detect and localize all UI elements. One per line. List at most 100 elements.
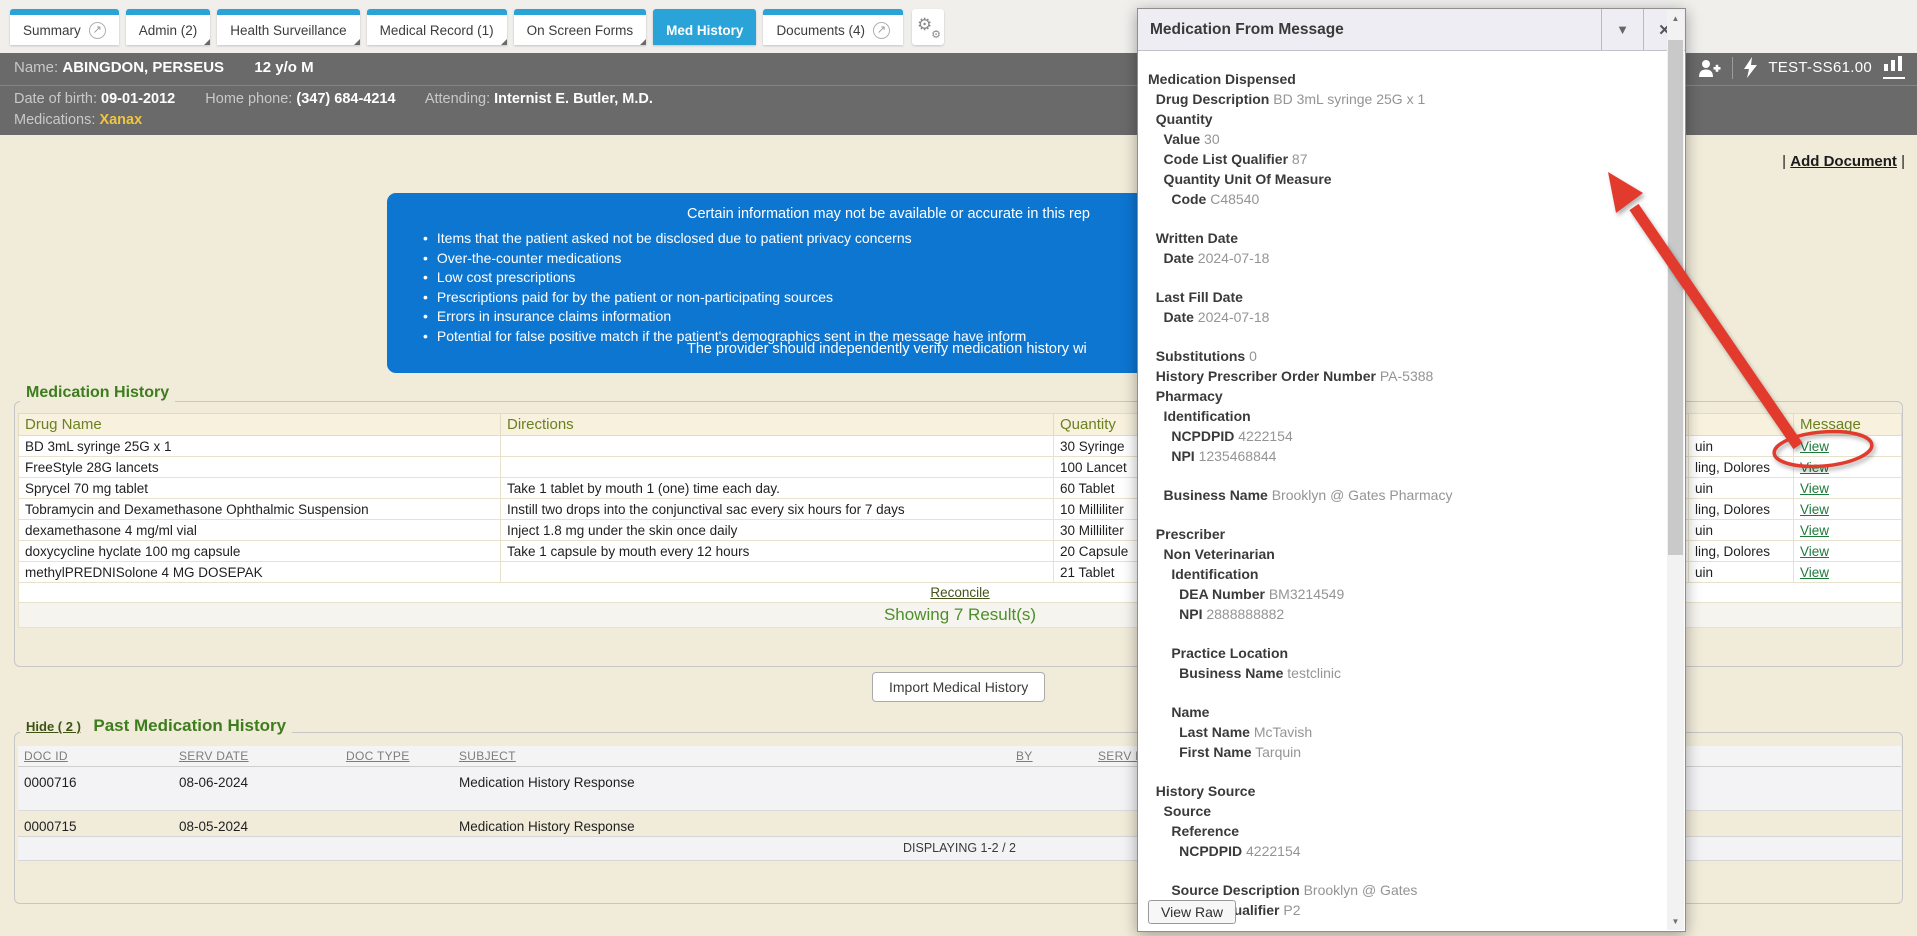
notice-bullet: Over-the-counter medications: [423, 249, 1026, 269]
tab-on-screen-forms[interactable]: On Screen Forms: [514, 9, 647, 45]
view-message-link[interactable]: View: [1800, 439, 1829, 454]
message-detail-line: Last Fill Date: [1148, 288, 1659, 308]
message-cell: View: [1794, 520, 1902, 541]
message-detail-line: DEA Number BM3214549: [1148, 585, 1659, 605]
message-detail-line: NCPDPID 4222154: [1148, 842, 1659, 862]
directions-cell: Take 1 tablet by mouth 1 (one) time each…: [501, 478, 1054, 499]
pipe: |: [1782, 153, 1786, 170]
collapse-dialog-button[interactable]: ▼: [1601, 9, 1643, 50]
notice-bullet: Low cost prescriptions: [423, 268, 1026, 288]
column-header-subject[interactable]: SUBJECT: [453, 746, 1010, 767]
column-header-doc-id[interactable]: DOC ID: [18, 746, 173, 767]
add-document-row: | Add Document |: [1782, 153, 1905, 170]
view-raw-button[interactable]: View Raw: [1148, 900, 1236, 924]
message-detail-line: Code C48540: [1148, 190, 1659, 210]
subject-cell: Medication History Response: [453, 811, 1010, 837]
tab-health-surveillance-label: Health Surveillance: [230, 16, 346, 45]
tab-summary[interactable]: Summary ↗: [10, 9, 119, 45]
doc-type-cell: [340, 811, 453, 837]
medication-history-legend: Medication History: [20, 384, 175, 402]
add-person-icon[interactable]: [1697, 58, 1721, 78]
message-detail-line: Substitutions 0: [1148, 347, 1659, 367]
dialog-header[interactable]: Medication From Message ▼ ✕: [1138, 9, 1685, 51]
view-message-link[interactable]: View: [1800, 481, 1829, 496]
view-message-link[interactable]: View: [1800, 502, 1829, 517]
message-detail-line: NCPDPID 4222154: [1148, 427, 1659, 447]
directions-cell: Inject 1.8 mg under the skin once daily: [501, 520, 1054, 541]
message-detail-line: [1148, 763, 1659, 782]
attending-value: Internist E. Butler, M.D.: [494, 91, 653, 107]
medication-from-message-dialog: Medication From Message ▼ ✕ Medication D…: [1137, 8, 1686, 932]
dob-value: 09-01-2012: [101, 91, 175, 107]
patient-details-line: Date of birth: 09-01-2012 Home phone: (3…: [14, 91, 653, 107]
column-header-message[interactable]: Message: [1794, 414, 1902, 436]
name-label: Name:: [14, 59, 58, 76]
message-cell: View: [1794, 457, 1902, 478]
serv-date-cell: 08-06-2024: [173, 767, 340, 811]
directions-cell: [501, 436, 1054, 457]
column-header-doc-type[interactable]: DOC TYPE: [340, 746, 453, 767]
settings-button[interactable]: ⚙ ⚙: [912, 9, 944, 45]
phone-value: (347) 684-4214: [296, 91, 395, 107]
patient-age-sex: 12 y/o M: [254, 59, 313, 76]
prescriber-partial-cell: ling, Dolores: [1689, 541, 1794, 562]
scroll-up-icon[interactable]: ▲: [1667, 10, 1684, 27]
message-detail-line: Practice Location: [1148, 644, 1659, 664]
dialog-body: Medication Dispensed Drug Description BD…: [1138, 52, 1685, 931]
message-detail-line: Non Veterinarian: [1148, 545, 1659, 565]
message-detail-line: Pharmacy: [1148, 387, 1659, 407]
message-detail-line: [1148, 210, 1659, 229]
drug-name-cell: Tobramycin and Dexamethasone Ophthalmic …: [19, 499, 501, 520]
scroll-down-icon[interactable]: ▼: [1667, 913, 1684, 930]
message-detail-line: History Source: [1148, 782, 1659, 802]
gear-icon: ⚙: [917, 16, 932, 33]
tab-admin-label: Admin (2): [139, 16, 198, 45]
message-detail-line: Business Name Brooklyn @ Gates Pharmacy: [1148, 486, 1659, 506]
prescriber-partial-cell: ling, Dolores: [1689, 499, 1794, 520]
directions-cell: [501, 457, 1054, 478]
chevron-down-icon: ▼: [1616, 22, 1629, 37]
tab-med-history[interactable]: Med History: [653, 9, 756, 45]
prescriber-partial-cell: uin: [1689, 562, 1794, 583]
message-detail-line: Name: [1148, 703, 1659, 723]
message-detail-text: Medication Dispensed Drug Description BD…: [1148, 70, 1659, 921]
tab-medical-record-label: Medical Record (1): [380, 16, 494, 45]
import-medical-history-button[interactable]: Import Medical History: [872, 672, 1045, 702]
tab-summary-label: Summary: [23, 16, 81, 45]
column-header-by[interactable]: BY: [1010, 746, 1092, 767]
message-detail-line: [1148, 625, 1659, 644]
medication-history-title: Medication History: [26, 384, 169, 401]
medications-value[interactable]: Xanax: [99, 112, 142, 128]
prescriber-partial-cell: uin: [1689, 436, 1794, 457]
chart-icon[interactable]: [1883, 56, 1905, 79]
message-detail-line: Code List Qualifier 87: [1148, 150, 1659, 170]
message-detail-line: Value 30: [1148, 130, 1659, 150]
by-cell: [1010, 767, 1092, 811]
scrollbar-thumb[interactable]: [1668, 40, 1683, 555]
view-message-link[interactable]: View: [1800, 523, 1829, 538]
column-header-directions[interactable]: Directions: [501, 414, 1054, 436]
tab-health-surveillance[interactable]: Health Surveillance: [217, 9, 359, 45]
message-detail-line: [1148, 684, 1659, 703]
popout-icon[interactable]: ↗: [89, 22, 106, 39]
dialog-scrollbar[interactable]: ▲ ▼: [1667, 10, 1684, 930]
tab-admin[interactable]: Admin (2): [126, 9, 211, 45]
add-document-link[interactable]: Add Document: [1790, 153, 1897, 170]
notice-footer: The provider should independently verify…: [687, 341, 1087, 357]
column-header-serv-date[interactable]: SERV DATE: [173, 746, 340, 767]
view-message-link[interactable]: View: [1800, 460, 1829, 475]
gear-icon: ⚙: [931, 30, 941, 41]
view-message-link[interactable]: View: [1800, 565, 1829, 580]
lightning-icon[interactable]: [1744, 57, 1757, 78]
notice-bullets: Items that the patient asked not be disc…: [423, 229, 1026, 347]
tab-documents[interactable]: Documents (4) ↗: [763, 9, 903, 45]
message-detail-line: [1148, 862, 1659, 881]
popout-icon[interactable]: ↗: [873, 22, 890, 39]
message-detail-line: First Name Tarquin: [1148, 743, 1659, 763]
column-header-drug-name[interactable]: Drug Name: [19, 414, 501, 436]
view-message-link[interactable]: View: [1800, 544, 1829, 559]
tab-medical-record[interactable]: Medical Record (1): [367, 9, 507, 45]
reconcile-link[interactable]: Reconcile: [930, 585, 989, 600]
hide-link[interactable]: Hide ( 2 ): [26, 719, 81, 734]
attending-label: Attending:: [425, 91, 490, 107]
